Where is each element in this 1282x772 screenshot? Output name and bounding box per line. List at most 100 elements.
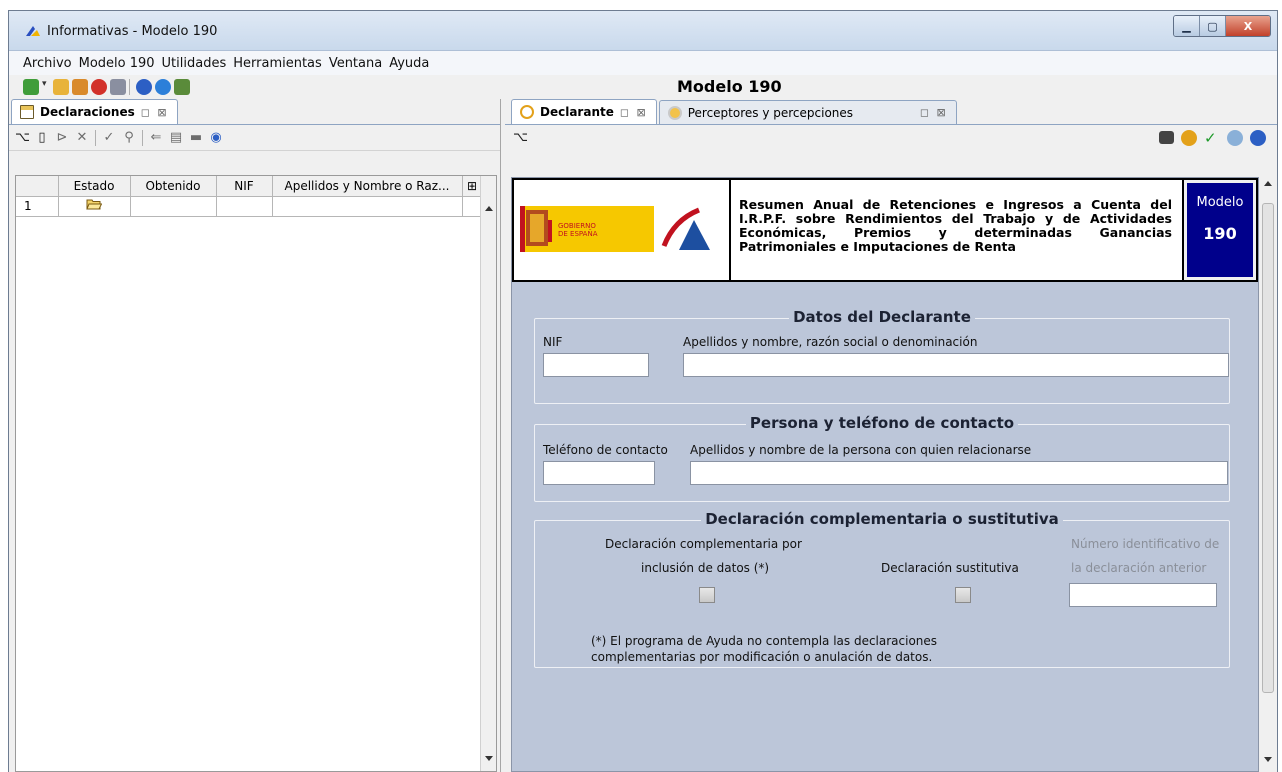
window-title: Informativas - Modelo 190 xyxy=(47,24,218,39)
close-button[interactable]: X xyxy=(1226,16,1270,36)
complementaria-label-line2: inclusión de datos (*) xyxy=(641,561,770,575)
help-icon[interactable]: ◉ xyxy=(209,130,223,145)
scrollbar-thumb[interactable] xyxy=(1262,203,1274,693)
table-scrollbar[interactable] xyxy=(480,176,496,771)
maximize-button[interactable]: ▢ xyxy=(1200,16,1226,36)
contacto-legend: Persona y teléfono de contacto xyxy=(535,414,1229,432)
tab-declarante[interactable]: Declarante ◻ ⊠ xyxy=(511,99,657,124)
minimize-button[interactable]: ▁ xyxy=(1174,16,1200,36)
column-header-apellidos[interactable]: Apellidos y Nombre o Raz... xyxy=(272,176,463,197)
app-window: Informativas - Modelo 190 ▁ ▢ X Archivo … xyxy=(8,10,1278,772)
contacto-group: Persona y teléfono de contacto Teléfono … xyxy=(534,414,1230,502)
row-estado-cell[interactable] xyxy=(58,196,131,217)
scroll-down-arrow-icon[interactable] xyxy=(1264,757,1272,762)
delete-icon[interactable] xyxy=(91,79,107,95)
remove-icon[interactable]: ✕ xyxy=(75,130,89,145)
declaraciones-pane: Declaraciones ◻ ⊠ ⌥ ▯ ⊳ ✕ ✓ ⚲ ⇐ ▤ ▬ ◉ Es… xyxy=(9,99,501,772)
row-apellidos-cell[interactable] xyxy=(272,196,463,217)
open-folder-icon[interactable] xyxy=(53,79,69,95)
declarante-form: GOBIERNO DE ESPAÑA Resumen Anual de Rete… xyxy=(511,177,1259,772)
complementaria-checkbox[interactable] xyxy=(699,587,715,603)
numero-label-line1: Número identificativo de xyxy=(1071,537,1220,551)
perceptores-tab-icon xyxy=(667,105,682,120)
print-icon[interactable]: ▤ xyxy=(169,130,183,145)
minus-icon[interactable]: ▬ xyxy=(189,130,203,145)
toolbar-separator xyxy=(142,129,143,146)
search-icon[interactable]: ⚲ xyxy=(122,130,136,145)
complementaria-label-line1: Declaración complementaria por xyxy=(605,537,802,551)
toolbar-separator xyxy=(129,79,130,95)
modelo-number: 190 xyxy=(1203,224,1237,243)
modelo-banner: GOBIERNO DE ESPAÑA Resumen Anual de Rete… xyxy=(512,178,1258,282)
new-declaration-icon[interactable] xyxy=(23,79,39,95)
declarante-actions: ✓ xyxy=(1159,130,1269,146)
menu-herramientas[interactable]: Herramientas xyxy=(233,56,322,71)
table-icon xyxy=(20,105,34,119)
help-icon[interactable] xyxy=(1250,130,1266,146)
export-folder-icon[interactable] xyxy=(72,79,88,95)
menu-archivo[interactable]: Archivo xyxy=(23,56,72,71)
exit-icon[interactable] xyxy=(174,79,190,95)
info-icon[interactable] xyxy=(136,79,152,95)
dropdown-arrow-icon[interactable]: ▾ xyxy=(42,79,50,95)
form-scrollbar[interactable] xyxy=(1259,177,1277,772)
gobierno-de-espana-logo-icon xyxy=(520,206,710,252)
column-header-estado[interactable]: Estado xyxy=(58,176,131,197)
print-icon[interactable] xyxy=(1159,131,1174,144)
tab-perceptores[interactable]: Perceptores y percepciones ◻ ⊠ xyxy=(658,100,957,124)
tab-declarante-controls[interactable]: ◻ ⊠ xyxy=(620,106,648,119)
scroll-up-arrow-icon[interactable] xyxy=(1264,181,1272,186)
gobierno-text-line1: GOBIERNO xyxy=(558,222,596,230)
numero-identificativo-field[interactable] xyxy=(1069,583,1217,607)
declarante-toolbar: ⌥ ✓ xyxy=(505,125,1277,151)
declarante-tab-icon xyxy=(520,105,534,119)
main-toolbar: ▾ Modelo 190 xyxy=(9,75,1277,99)
table-row[interactable]: 1 xyxy=(16,196,482,217)
stamp-icon[interactable] xyxy=(1181,130,1197,146)
modelo-badge: Modelo 190 xyxy=(1183,179,1257,281)
column-header-rownum xyxy=(16,176,59,197)
menu-ventana[interactable]: Ventana xyxy=(329,56,382,71)
column-header-nif[interactable]: NIF xyxy=(216,176,273,197)
app-heading: Modelo 190 xyxy=(677,77,782,96)
tab-declaraciones[interactable]: Declaraciones ◻ ⊠ xyxy=(11,99,178,124)
new-document-icon[interactable]: ▯ xyxy=(35,130,49,145)
tree-icon[interactable]: ⌥ xyxy=(15,130,30,145)
help-icon[interactable] xyxy=(155,79,171,95)
sustitutiva-checkbox[interactable] xyxy=(955,587,971,603)
search-icon[interactable] xyxy=(1227,130,1243,146)
gobierno-logo: GOBIERNO DE ESPAÑA xyxy=(514,180,731,280)
form-pane: Declarante ◻ ⊠ Perceptores y percepcione… xyxy=(505,99,1277,772)
validate-icon[interactable]: ✓ xyxy=(102,130,116,145)
open-icon[interactable]: ⊳ xyxy=(55,130,69,145)
row-nif-cell[interactable] xyxy=(216,196,273,217)
note-line-2: complementarias por modificación o anula… xyxy=(591,650,933,664)
menu-utilidades[interactable]: Utilidades xyxy=(162,56,227,71)
column-chooser-icon[interactable]: ⊞ xyxy=(462,176,483,197)
nif-field[interactable] xyxy=(543,353,649,377)
import-icon[interactable]: ⇐ xyxy=(149,130,163,145)
row-spacer-cell xyxy=(462,196,482,217)
title-bar: Informativas - Modelo 190 ▁ ▢ X xyxy=(9,11,1277,51)
persona-field[interactable] xyxy=(690,461,1228,485)
table-header-row: Estado Obtenido NIF Apellidos y Nombre o… xyxy=(16,176,483,197)
scroll-down-arrow-icon[interactable] xyxy=(485,756,493,761)
tab-perceptores-controls[interactable]: ◻ ⊠ xyxy=(920,106,948,119)
validate-icon[interactable]: ✓ xyxy=(1204,130,1220,146)
window-controls: ▁ ▢ X xyxy=(1173,15,1271,37)
menu-modelo-190[interactable]: Modelo 190 xyxy=(79,56,155,71)
modelo-description: Resumen Anual de Retenciones e Ingresos … xyxy=(731,180,1184,280)
right-tabstrip: Declarante ◻ ⊠ Perceptores y percepcione… xyxy=(505,99,1277,125)
nombre-field[interactable] xyxy=(683,353,1229,377)
declaraciones-table: Estado Obtenido NIF Apellidos y Nombre o… xyxy=(15,175,497,772)
column-header-obtenido[interactable]: Obtenido xyxy=(130,176,217,197)
menu-ayuda[interactable]: Ayuda xyxy=(389,56,429,71)
tree-icon[interactable]: ⌥ xyxy=(513,131,528,145)
tab-declaraciones-controls[interactable]: ◻ ⊠ xyxy=(141,106,169,119)
row-obtenido-cell[interactable] xyxy=(130,196,217,217)
gobierno-text-line2: DE ESPAÑA xyxy=(558,230,598,238)
scroll-up-arrow-icon[interactable] xyxy=(485,206,493,211)
telefono-field[interactable] xyxy=(543,461,655,485)
complementaria-legend: Declaración complementaria o sustitutiva xyxy=(535,510,1229,528)
tools-icon[interactable] xyxy=(110,79,126,95)
